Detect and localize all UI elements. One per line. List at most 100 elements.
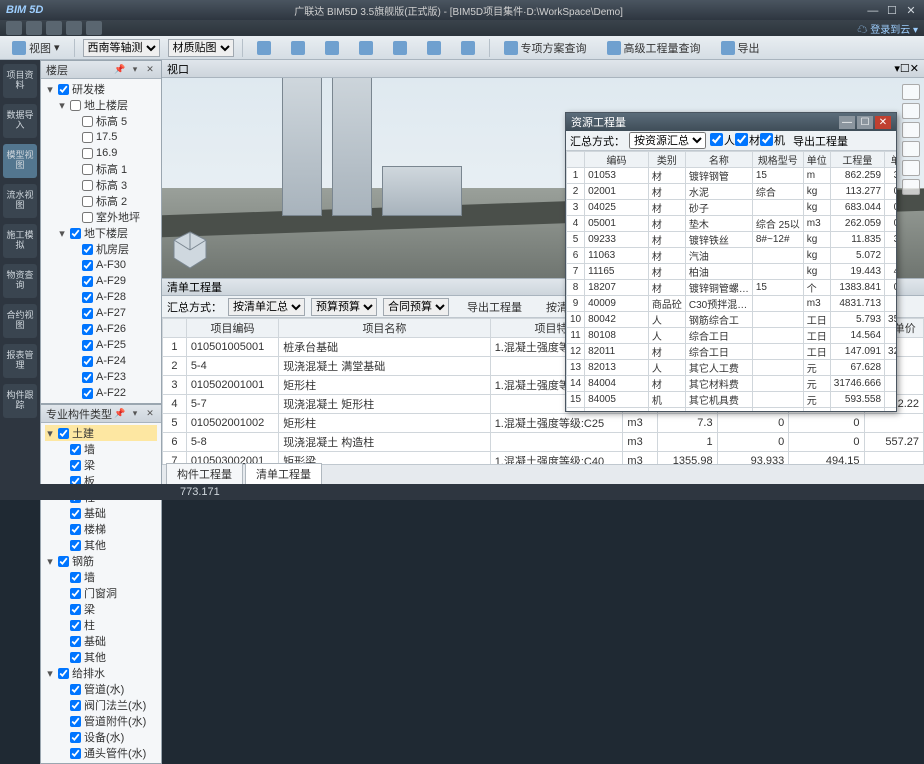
tree-item[interactable]: 墙 [45,441,157,457]
vp-tool-icon[interactable] [902,160,920,176]
tree-checkbox[interactable] [70,636,81,647]
dropdown-icon[interactable]: ▾ [129,64,141,76]
material-select[interactable]: 材质贴图 [168,39,234,57]
tree-checkbox[interactable] [82,324,93,335]
tree-checkbox[interactable] [82,276,93,287]
tree-item[interactable]: 楼梯 [45,521,157,537]
tab-0[interactable]: 构件工程量 [166,463,243,484]
col-header[interactable]: 名称 [685,152,752,168]
pin-icon[interactable]: 📌 [114,408,126,420]
vp-tool-icon[interactable] [902,103,920,119]
col-header[interactable]: 项目编码 [186,319,278,338]
tree-item[interactable]: 17.5 [45,129,157,145]
tree-item[interactable]: 墙 [45,569,157,585]
table-row[interactable]: 611063材汽油kg5.0721786.22 [567,248,897,264]
tree-checkbox[interactable] [82,260,93,271]
tree-item[interactable]: 16.9 [45,145,157,161]
tree-item[interactable]: 基础 [45,505,157,521]
view-button[interactable]: 视图▾ [6,38,66,58]
nav-0[interactable]: 项目资料 [3,64,37,98]
tree-item[interactable]: 设备(水) [45,729,157,745]
table-row[interactable]: 818207材镀锌铜管螺…15个1383.8410.52719.6 [567,280,897,296]
maximize-icon[interactable]: ☐ [857,116,873,129]
maximize-icon[interactable]: ☐ [885,4,899,17]
close-icon[interactable]: ✕ [904,4,918,17]
filter-机[interactable]: 机 [760,132,785,148]
nav-7[interactable]: 报表管理 [3,344,37,378]
tree-item[interactable]: A-F24 [45,353,157,369]
table-row[interactable]: 711165材柏油kg19.4434.6790.8 [567,264,897,280]
tree-checkbox[interactable] [58,556,69,567]
tree-checkbox[interactable] [58,668,69,679]
table-row[interactable]: 1080042人钢筋综合工工日5.79335.53205.81 [567,312,897,328]
tree-item[interactable]: 其他 [45,649,157,665]
vp-tool-icon[interactable] [902,122,920,138]
tree-item[interactable]: 阀门法兰(水) [45,697,157,713]
tree-checkbox[interactable] [70,604,81,615]
nav-4[interactable]: 施工模拟 [3,224,37,258]
table-row[interactable]: 202001材水泥综合kg113.2770.3741.91 [567,184,897,200]
tool-icon[interactable] [421,38,447,58]
tab-1[interactable]: 清单工程量 [245,463,322,484]
tree-item[interactable]: A-F25 [45,337,157,353]
table-row[interactable]: 940009商品砼C30预拌混…m34831.7134101981002.39 [567,296,897,312]
table-row[interactable]: 304025材砂子kg683.0440.0427.32 [567,200,897,216]
tree-item[interactable]: 其他 [45,537,157,553]
table-row[interactable]: 1382013人其它人工费元67.628167.63 [567,360,897,376]
tree-item[interactable]: A-F23 [45,369,157,385]
col-header[interactable]: 编码 [585,152,649,168]
tree-checkbox[interactable] [70,748,81,759]
type-tree[interactable]: ▾土建墙梁板柱基础楼梯其他▾钢筋墙门窗洞梁柱基础其他▾给排水管道(水)阀门法兰(… [41,423,161,763]
tree-checkbox[interactable] [70,620,81,631]
tree-item[interactable]: A-F29 [45,273,157,289]
tree-checkbox[interactable] [70,652,81,663]
dropdown-icon[interactable]: ▾ [129,408,141,420]
filter-材[interactable]: 材 [735,132,760,148]
viewport-max-icon[interactable]: ☐ [900,63,910,75]
tree-item[interactable]: 梁 [45,457,157,473]
table-row[interactable]: 1180108人综合工日工日14.5644806990.72 [567,328,897,344]
table-row[interactable]: 65-8现浇混凝土 构造柱m3100557.27 [163,433,924,452]
tree-checkbox[interactable] [70,684,81,695]
tree-checkbox[interactable] [58,84,69,95]
tree-checkbox[interactable] [70,100,81,111]
tree-checkbox[interactable] [70,700,81,711]
tree-checkbox[interactable] [70,540,81,551]
nav-1[interactable]: 数据导入 [3,104,37,138]
table-row[interactable]: 101053材镀锌钢管15m862.2593.993440.41 [567,168,897,184]
tree-checkbox[interactable] [82,148,93,159]
floor-tree[interactable]: ▾研发楼▾地上楼层标高 517.516.9标高 1标高 3标高 2室外地坪▾地下… [41,79,161,403]
tree-checkbox[interactable] [70,588,81,599]
table-row[interactable]: 1484004材其它材料费元31746.666131746.65 [567,376,897,392]
tree-item[interactable]: ▾地上楼层 [45,97,157,113]
close-icon[interactable]: ✕ [144,64,156,76]
tool-icon[interactable] [251,38,277,58]
tree-item[interactable]: A-F22 [45,385,157,401]
tree-item[interactable]: 标高 3 [45,177,157,193]
table-row[interactable]: 1684004机其它材料费元185.9771185.98 [567,408,897,412]
table-row[interactable]: 1282011材综合工日工日147.09132.534784.88 [567,344,897,360]
nav-2[interactable]: 模型视图 [3,144,37,178]
tree-item[interactable]: 柱 [45,617,157,633]
advanced-query-button[interactable]: 高级工程量查询 [601,38,707,58]
tree-checkbox[interactable] [70,508,81,519]
close-icon[interactable]: ✕ [875,116,891,129]
summary-mode-select[interactable]: 按清单汇总 [228,298,305,316]
tree-checkbox[interactable] [82,116,93,127]
nav-3[interactable]: 流水视图 [3,184,37,218]
cloud-login[interactable]: ☁ 登录到云 ▾ [857,21,918,36]
qa-icon[interactable] [6,21,22,35]
tree-item[interactable]: ▾给排水 [45,665,157,681]
export-resource-button[interactable]: 导出工程量 [793,133,848,149]
tree-checkbox[interactable] [82,180,93,191]
resource-mode-select[interactable]: 按资源汇总 [629,132,706,149]
qa-icon[interactable] [26,21,42,35]
contract-select[interactable]: 合同预算 [383,298,449,316]
col-header[interactable] [567,152,585,168]
tree-item[interactable]: A-F30 [45,257,157,273]
special-query-button[interactable]: 专项方案查询 [498,38,593,58]
tree-checkbox[interactable] [70,228,81,239]
col-header[interactable] [163,319,187,338]
minimize-icon[interactable]: — [866,5,880,17]
tree-item[interactable]: 梁 [45,601,157,617]
